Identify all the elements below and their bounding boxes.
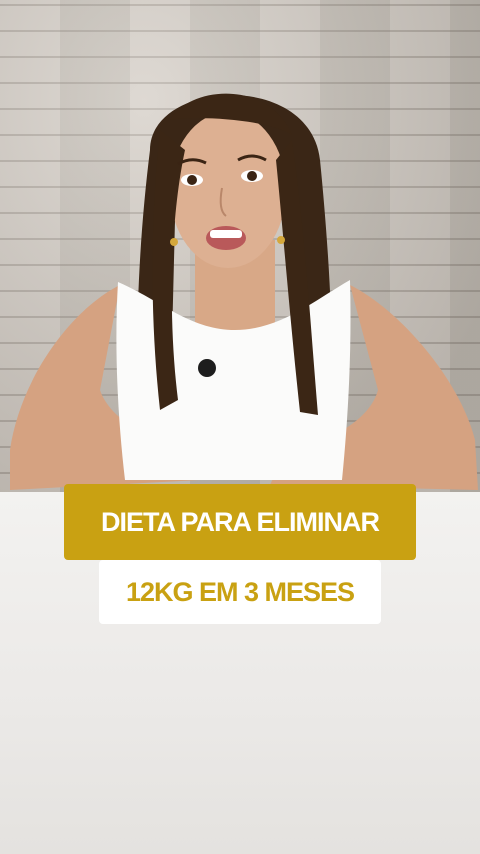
caption-line-1: DIETA PARA ELIMINAR bbox=[64, 484, 416, 560]
presenter-image bbox=[10, 93, 478, 490]
caption-line-1-text: DIETA PARA ELIMINAR bbox=[101, 506, 380, 537]
caption-line-2: 12KG EM 3 MESES bbox=[99, 560, 381, 624]
dress-button bbox=[198, 359, 216, 377]
right-earring bbox=[277, 236, 285, 244]
video-frame: DIETA PARA ELIMINAR 12KG EM 3 MESES bbox=[0, 0, 480, 854]
caption-line-2-text: 12KG EM 3 MESES bbox=[125, 576, 355, 607]
left-earring bbox=[170, 238, 178, 246]
